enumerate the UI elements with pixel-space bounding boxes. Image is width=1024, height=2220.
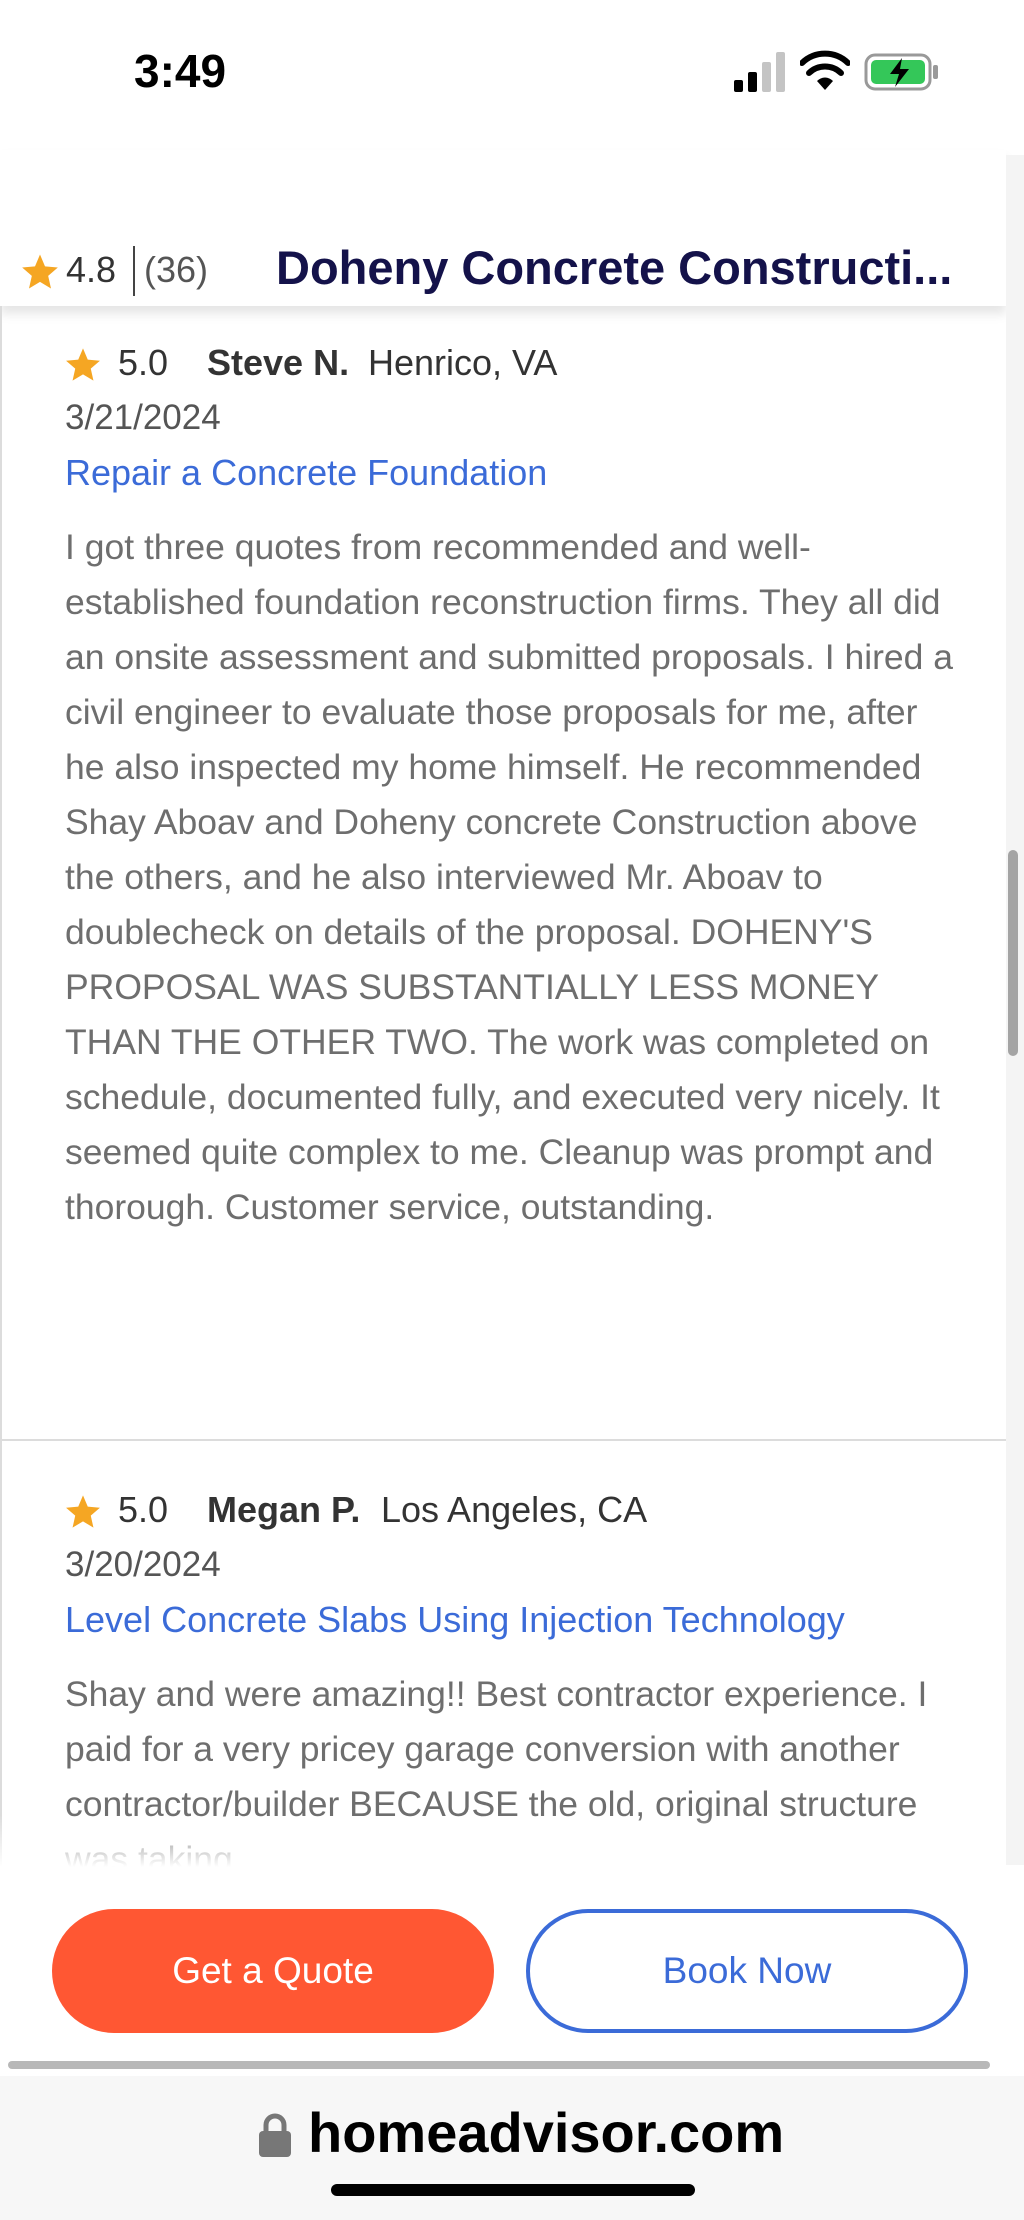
status-time: 3:49 xyxy=(134,45,227,97)
review-service-link[interactable]: Repair a Concrete Foundation xyxy=(65,452,547,494)
business-name: Doheny Concrete Constructi... xyxy=(276,241,953,294)
book-now-button[interactable]: Book Now xyxy=(526,1909,968,2033)
review-date: 3/21/2024 xyxy=(65,398,221,437)
review-rating: 5.0 xyxy=(118,1489,169,1530)
review-rating: 5.0 xyxy=(118,342,169,383)
toolbar-separator xyxy=(8,2061,990,2069)
star-icon xyxy=(66,1495,100,1528)
wifi-icon xyxy=(800,50,850,90)
content-fade xyxy=(0,1815,1006,1867)
review-divider xyxy=(2,1439,1022,1441)
home-indicator[interactable] xyxy=(331,2184,695,2196)
review-date: 3/20/2024 xyxy=(65,1545,221,1584)
reviewer-location: Los Angeles, CA xyxy=(381,1489,648,1530)
reviewer-location: Henrico, VA xyxy=(368,342,558,383)
url-text[interactable]: homeadvisor.com xyxy=(308,2100,784,2165)
lock-icon xyxy=(259,2113,291,2157)
get-a-quote-button[interactable]: Get a Quote xyxy=(52,1909,494,2033)
content-border xyxy=(0,306,2,1866)
cellular-signal-icon xyxy=(734,52,785,92)
review-text: I got three quotes from recommended and … xyxy=(65,527,954,1227)
business-rating: 4.8 xyxy=(66,249,117,290)
battery-charging-icon xyxy=(864,53,938,91)
review-service-link[interactable]: Level Concrete Slabs Using Injection Tec… xyxy=(65,1599,845,1641)
scrollbar-thumb[interactable] xyxy=(1008,850,1018,1056)
review-count[interactable]: (36) xyxy=(144,249,208,291)
reviewer-name: Megan P. xyxy=(207,1489,361,1530)
rating-divider xyxy=(133,246,135,296)
star-icon xyxy=(22,254,58,289)
star-icon xyxy=(66,348,100,381)
reviewer-name: Steve N. xyxy=(207,342,350,383)
